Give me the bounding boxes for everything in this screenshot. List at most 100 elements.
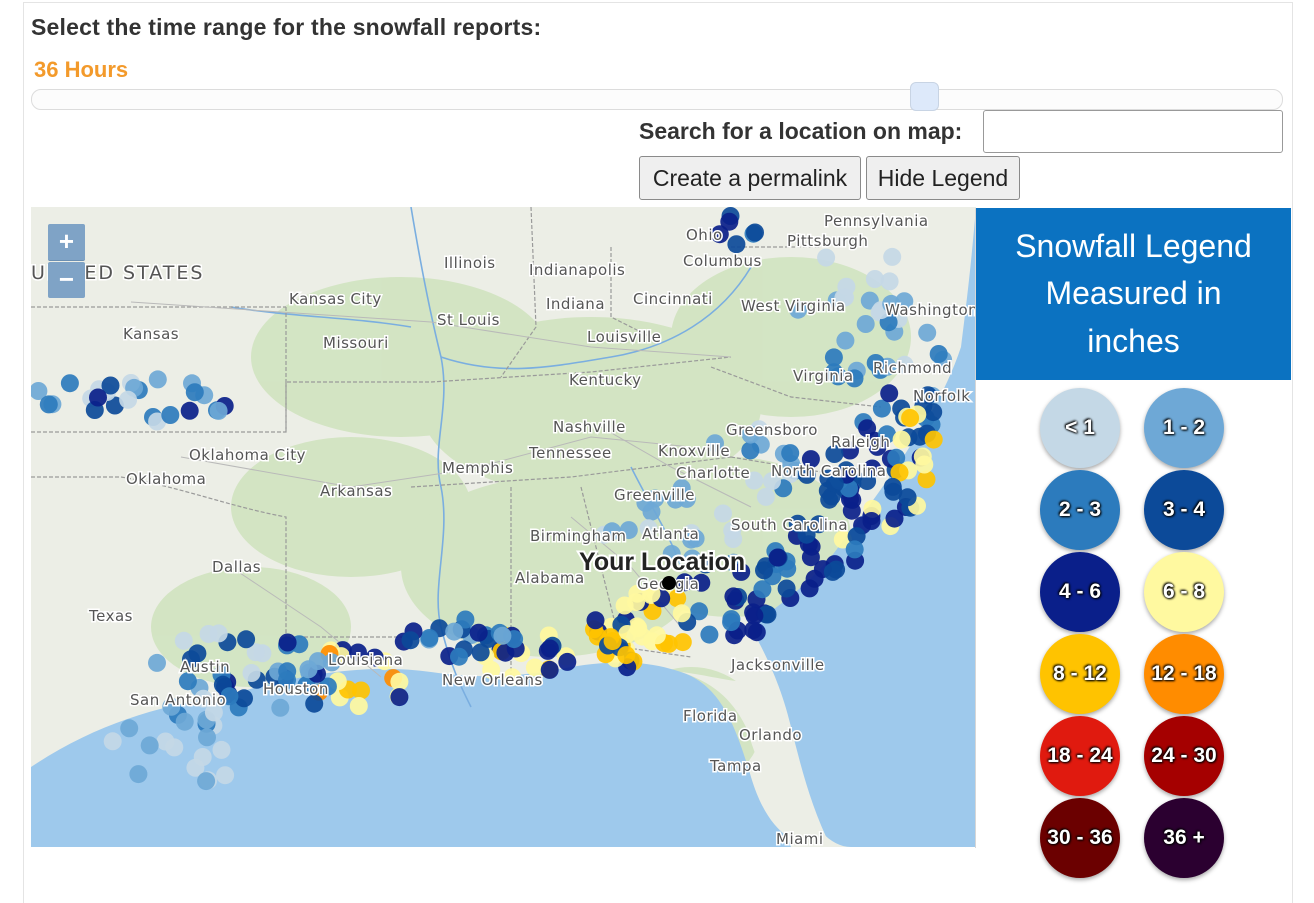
snowfall-report-dot[interactable] — [885, 509, 904, 528]
hide-legend-button[interactable]: Hide Legend — [866, 156, 1020, 200]
snowfall-report-dot[interactable] — [558, 652, 577, 671]
zoom-in-button[interactable]: + — [48, 224, 85, 261]
snowfall-report-dot[interactable] — [212, 740, 231, 759]
snowfall-report-dot[interactable] — [673, 633, 692, 652]
snowfall-report-dot[interactable] — [781, 444, 800, 463]
map-label-austin: Austin — [180, 658, 230, 676]
snowfall-report-dot[interactable] — [349, 697, 368, 715]
snowfall-report-dot[interactable] — [278, 633, 297, 652]
snowfall-report-dot[interactable] — [540, 639, 559, 658]
slider-handle[interactable] — [910, 82, 940, 111]
snowfall-report-dot[interactable] — [746, 223, 764, 242]
snowfall-report-dot[interactable] — [924, 403, 943, 422]
snowfall-report-dot[interactable] — [161, 406, 180, 424]
snowfall-report-dot[interactable] — [768, 548, 787, 567]
snowfall-report-dot[interactable] — [129, 765, 148, 784]
snowfall-report-dot[interactable] — [647, 626, 666, 645]
snowfall-report-dot[interactable] — [801, 548, 820, 567]
snowfall-report-dot[interactable] — [892, 430, 911, 449]
snowfall-report-dot[interactable] — [209, 624, 228, 643]
snowfall-report-dot[interactable] — [901, 409, 920, 427]
snowfall-report-dot[interactable] — [924, 430, 943, 449]
snowfall-report-dot[interactable] — [586, 611, 605, 630]
snowfall-report-dot[interactable] — [755, 561, 773, 580]
snowfall-report-dot[interactable] — [805, 569, 824, 588]
snowfall-report-dot[interactable] — [856, 315, 875, 333]
map-label-oklahoma: Oklahoma — [126, 470, 206, 488]
snowfall-report-dot[interactable] — [89, 388, 107, 407]
snowfall-map[interactable]: UNITED STATES Kansas City Kansas Missour… — [31, 207, 976, 847]
zoom-out-button[interactable]: − — [48, 262, 85, 298]
snowfall-report-dot[interactable] — [237, 630, 256, 649]
location-search-input[interactable] — [983, 110, 1283, 153]
snowfall-report-dot[interactable] — [39, 395, 58, 414]
snowfall-report-dot[interactable] — [174, 631, 193, 650]
snowfall-report-dot[interactable] — [299, 660, 318, 679]
legend-header: Snowfall Legend Measured in inches — [976, 208, 1291, 380]
snowfall-report-dot[interactable] — [271, 698, 290, 717]
snowfall-report-dot[interactable] — [744, 621, 763, 639]
snowfall-report-dot[interactable] — [148, 370, 167, 389]
snowfall-report-dot[interactable] — [915, 455, 934, 474]
snowfall-report-dot[interactable] — [140, 736, 159, 755]
snowfall-report-dot[interactable] — [216, 766, 235, 785]
map-label-florida: Florida — [683, 707, 738, 725]
snowfall-report-dot[interactable] — [862, 512, 881, 530]
snowfall-report-dot[interactable] — [898, 488, 917, 507]
snowfall-report-dot[interactable] — [836, 331, 855, 350]
snowfall-report-dot[interactable] — [390, 688, 409, 707]
snowfall-report-dot[interactable] — [756, 487, 775, 506]
snowfall-report-dot[interactable] — [156, 732, 175, 751]
snowfall-report-dot[interactable] — [180, 401, 199, 420]
snowfall-report-dot[interactable] — [242, 664, 261, 682]
snowfall-report-dot[interactable] — [918, 323, 937, 342]
snowfall-report-dot[interactable] — [198, 728, 216, 747]
snowfall-report-dot[interactable] — [197, 772, 216, 791]
map-label-charlotte: Charlotte — [676, 464, 750, 482]
snowfall-report-dot[interactable] — [175, 712, 194, 731]
snowfall-report-dot[interactable] — [700, 625, 719, 644]
snowfall-report-dot[interactable] — [390, 672, 409, 691]
snowfall-report-dot[interactable] — [617, 646, 636, 665]
legend-bin-4-6: 4 - 6 — [1040, 552, 1120, 632]
snowfall-report-dot[interactable] — [420, 629, 439, 647]
snowfall-report-dot[interactable] — [722, 613, 741, 632]
snowfall-report-dot[interactable] — [119, 390, 138, 409]
snowfall-report-dot[interactable] — [753, 580, 772, 599]
snowfall-report-dot[interactable] — [672, 604, 691, 623]
create-permalink-button[interactable]: Create a permalink — [639, 156, 861, 200]
legend-bin-18-24: 18 - 24 — [1040, 716, 1120, 796]
snowfall-report-dot[interactable] — [880, 384, 899, 403]
map-label-indiana: Indiana — [546, 295, 605, 313]
snowfall-report-dot[interactable] — [727, 235, 746, 254]
snowfall-report-dot[interactable] — [837, 277, 856, 296]
map-label-orlando: Orlando — [739, 726, 802, 744]
snowfall-report-dot[interactable] — [714, 504, 732, 523]
snowfall-report-dot[interactable] — [845, 540, 864, 559]
snowfall-report-dot[interactable] — [450, 647, 468, 666]
snowfall-report-dot[interactable] — [823, 562, 842, 581]
snowfall-report-dot[interactable] — [120, 719, 139, 738]
snowfall-report-dot[interactable] — [401, 631, 420, 650]
snowfall-report-dot[interactable] — [872, 399, 891, 418]
snowfall-report-dot[interactable] — [493, 626, 512, 645]
snowfall-report-dot[interactable] — [724, 587, 743, 606]
snowfall-report-dot[interactable] — [883, 247, 902, 266]
snowfall-report-dot[interactable] — [209, 401, 228, 420]
snowfall-report-dot[interactable] — [445, 622, 464, 641]
snowfall-report-dot[interactable] — [103, 732, 122, 751]
snowfall-report-dot[interactable] — [60, 374, 79, 393]
time-range-slider[interactable] — [31, 89, 1283, 110]
map-label-indianapolis: Indianapolis — [529, 261, 625, 279]
snowfall-report-dot[interactable] — [469, 623, 488, 642]
snowfall-report-dot[interactable] — [185, 383, 204, 402]
your-location-marker[interactable] — [662, 576, 676, 590]
snowfall-report-dot[interactable] — [777, 579, 796, 598]
snowfall-report-dot[interactable] — [352, 681, 370, 700]
snowfall-report-dot[interactable] — [603, 632, 622, 651]
snowfall-report-dot[interactable] — [865, 270, 884, 288]
snowfall-report-dot[interactable] — [540, 660, 559, 679]
snowfall-report-dot[interactable] — [817, 248, 836, 267]
snowfall-report-dot[interactable] — [741, 441, 760, 460]
snowfall-report-dot[interactable] — [148, 653, 166, 672]
